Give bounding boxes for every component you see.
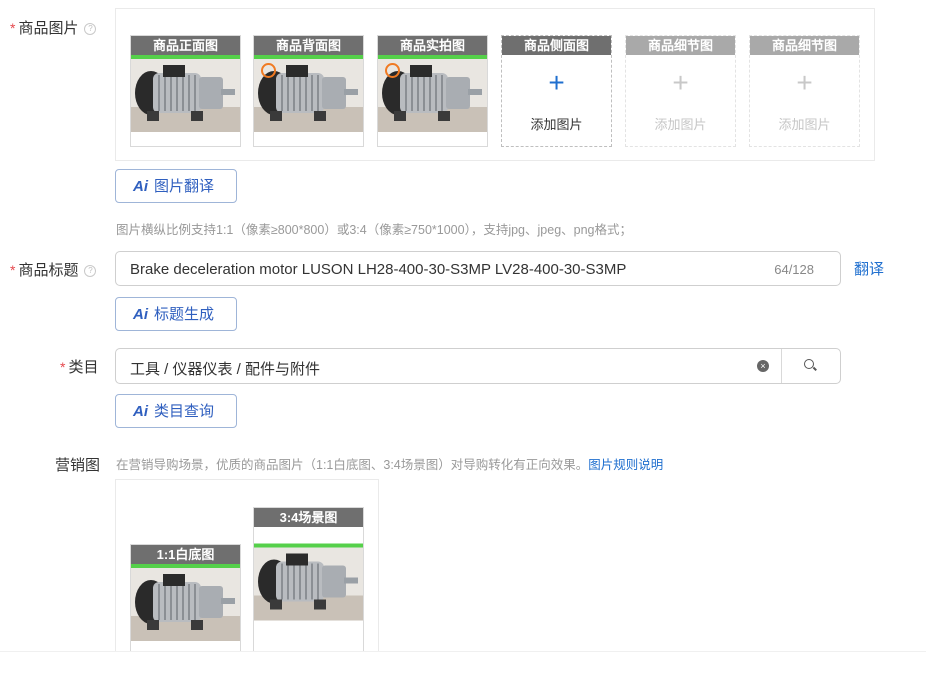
title-input-value: Brake deceleration motor LUSON LH28-400-… <box>130 261 627 278</box>
image-rules-link[interactable]: 图片规则说明 <box>588 458 663 472</box>
image-caption: 商品实拍图 <box>378 36 487 55</box>
marketing-thumb-white[interactable]: 1:1白底图 <box>130 544 241 653</box>
plus-icon: + <box>672 67 689 98</box>
title-char-counter: 64/128 <box>774 262 814 277</box>
category-value: 工具 / 仪器仪表 / 配件与附件 <box>130 361 321 378</box>
category-label: * 类目 <box>60 356 98 377</box>
search-icon-handle <box>813 366 817 371</box>
image-caption: 1:1白底图 <box>131 545 240 564</box>
category-select[interactable]: 工具 / 仪器仪表 / 配件与附件 × <box>115 348 841 384</box>
category-query-button[interactable]: Ai 类目查询 <box>115 394 237 428</box>
required-mark: * <box>10 20 16 36</box>
image-thumb-front[interactable]: 商品正面图 <box>130 35 241 147</box>
image-thumb-back[interactable]: 商品背面图 <box>253 35 364 147</box>
plus-icon: + <box>548 67 565 98</box>
ai-icon: Ai <box>133 403 148 420</box>
image-caption: 商品细节图 <box>626 36 735 55</box>
category-query-label: 类目查询 <box>154 403 215 420</box>
image-caption: 商品侧面图 <box>502 36 611 55</box>
translate-link[interactable]: 翻译 <box>854 258 884 279</box>
category-label-text: 类目 <box>68 359 99 376</box>
image-thumb-real[interactable]: 商品实拍图 <box>377 35 488 147</box>
marketing-hint: 在营销导购场景，优质的商品图片（1:1白底图、3:4场景图）对导购转化有正向效果… <box>116 454 663 473</box>
marketing-thumb-scene[interactable]: 3:4场景图 <box>253 507 364 653</box>
motor-photo-icon <box>254 541 363 623</box>
clear-icon[interactable]: × <box>757 360 769 372</box>
motor-photo-icon <box>131 55 240 132</box>
required-mark: * <box>60 359 66 375</box>
title-input[interactable]: Brake deceleration motor LUSON LH28-400-… <box>115 251 841 286</box>
help-icon[interactable]: ? <box>84 265 97 277</box>
ai-icon: Ai <box>133 178 148 195</box>
title-label-text: 商品标题 <box>18 262 79 279</box>
warning-icon <box>261 63 276 78</box>
marketing-label: 营销图 <box>55 457 101 474</box>
divider <box>781 349 782 383</box>
add-image-text: 添加图片 <box>778 117 831 132</box>
image-caption: 商品正面图 <box>131 36 240 55</box>
add-image-side[interactable]: 商品侧面图 + 添加图片 <box>501 35 612 147</box>
add-image-text: 添加图片 <box>530 117 583 132</box>
required-mark: * <box>10 262 16 278</box>
title-generate-label: 标题生成 <box>154 306 215 323</box>
image-translate-label: 图片翻译 <box>154 178 215 195</box>
help-icon[interactable]: ? <box>84 23 97 35</box>
marketing-hint-text: 在营销导购场景，优质的商品图片（1:1白底图、3:4场景图）对导购转化有正向效果… <box>116 458 589 472</box>
ai-icon: Ai <box>133 306 148 323</box>
image-caption: 3:4场景图 <box>254 508 363 527</box>
add-image-text: 添加图片 <box>654 117 707 132</box>
image-caption: 商品背面图 <box>254 36 363 55</box>
image-translate-button[interactable]: Ai 图片翻译 <box>115 169 237 203</box>
title-label: * 商品标题? <box>10 259 97 280</box>
images-label: * 商品图片? <box>10 17 97 38</box>
images-hint: 图片横纵比例支持1:1（像素≥800*800）或3:4（像素≥750*1000）… <box>116 223 632 237</box>
add-image-detail-2: 商品细节图 + 添加图片 <box>749 35 860 147</box>
title-generate-button[interactable]: Ai 标题生成 <box>115 297 237 331</box>
warning-icon <box>385 63 400 78</box>
image-caption: 商品细节图 <box>750 36 859 55</box>
images-label-text: 商品图片 <box>18 20 79 37</box>
plus-icon: + <box>796 67 813 98</box>
bottom-divider <box>0 651 926 694</box>
motor-photo-icon <box>131 564 240 641</box>
add-image-detail-1: 商品细节图 + 添加图片 <box>625 35 736 147</box>
